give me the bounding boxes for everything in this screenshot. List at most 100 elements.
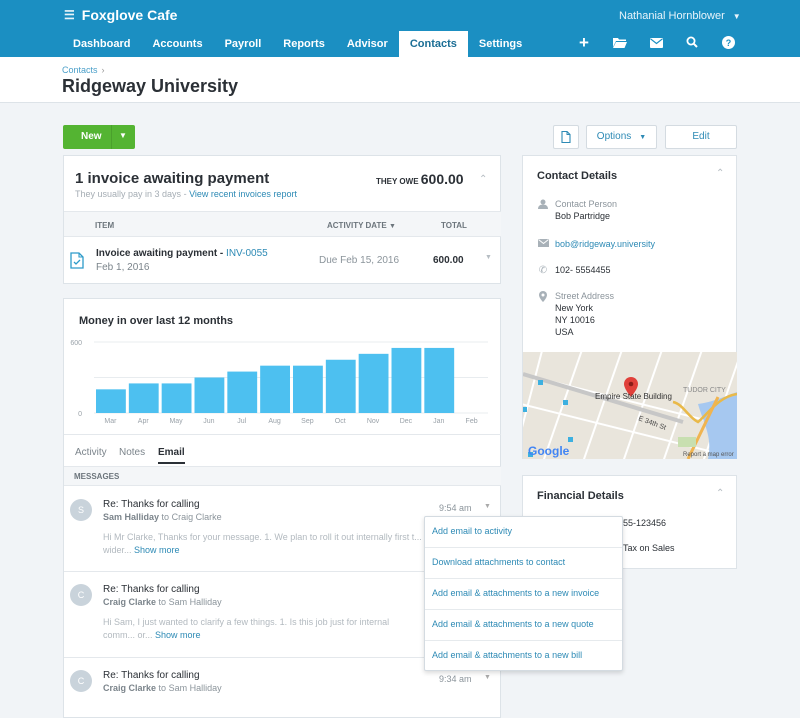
x-tick-label: Dec bbox=[400, 418, 413, 425]
tab-email[interactable]: Email bbox=[158, 447, 185, 464]
collapse-icon[interactable]: ⌃ bbox=[716, 168, 724, 179]
nav-settings[interactable]: Settings bbox=[468, 31, 533, 57]
message-time: 9:54 am bbox=[439, 503, 472, 513]
address-line: New York bbox=[555, 303, 594, 313]
user-menu[interactable]: Nathanial Hornblower ▼ bbox=[619, 10, 741, 22]
x-tick-label: Jun bbox=[203, 418, 214, 425]
invoices-subtitle: They usually pay in 3 days - View recent… bbox=[75, 189, 297, 199]
bar-sep bbox=[293, 365, 323, 413]
owe-label: THEY OWE bbox=[376, 177, 419, 186]
document-icon bbox=[561, 130, 571, 144]
invoice-total: 600.00 bbox=[433, 255, 464, 266]
folder-icon[interactable] bbox=[602, 36, 638, 52]
breadcrumb: Contacts › bbox=[62, 65, 105, 75]
show-more-link[interactable]: Show more bbox=[134, 545, 180, 555]
message-participants: Craig Clarke to Sam Halliday bbox=[103, 597, 222, 607]
org-name: Foxglove Cafe bbox=[81, 7, 178, 23]
contact-person-label: Contact Person bbox=[555, 199, 618, 209]
invoice-table-header: ITEM ACTIVITY DATE ▼ TOTAL bbox=[64, 211, 501, 237]
user-name: Nathanial Hornblower bbox=[619, 10, 725, 22]
address-line: USA bbox=[555, 327, 574, 337]
main-nav: Dashboard Accounts Payroll Reports Advis… bbox=[62, 31, 533, 57]
caret-down-icon: ▼ bbox=[732, 12, 741, 21]
menu-item-new-invoice[interactable]: Add email & attachments to a new invoice bbox=[425, 579, 622, 610]
invoices-title: 1 invoice awaiting payment bbox=[75, 170, 270, 187]
search-icon[interactable] bbox=[674, 36, 710, 52]
map-landmark-label: Empire State Building bbox=[595, 392, 672, 401]
contact-details-title: Contact Details bbox=[537, 170, 618, 182]
to-word: to bbox=[158, 683, 167, 693]
tab-activity[interactable]: Activity bbox=[75, 447, 107, 458]
email-link[interactable]: bob@ridgeway.university bbox=[555, 238, 655, 250]
sort-down-icon: ▼ bbox=[388, 223, 396, 230]
collapse-icon[interactable]: ⌃ bbox=[479, 174, 487, 185]
edit-button[interactable]: Edit bbox=[665, 125, 737, 149]
chart-title: Money in over last 12 months bbox=[79, 315, 234, 327]
map[interactable]: Empire State Building TUDOR CITY E 34th … bbox=[523, 352, 737, 459]
nav-advisor[interactable]: Advisor bbox=[336, 31, 399, 57]
invoice-date: Feb 1, 2016 bbox=[96, 262, 150, 273]
org-switcher[interactable]: ☰ Foxglove Cafe bbox=[64, 7, 177, 23]
menu-item-new-quote[interactable]: Add email & attachments to a new quote bbox=[425, 610, 622, 641]
column-total: TOTAL bbox=[441, 221, 467, 230]
avatar: C bbox=[70, 670, 92, 692]
avatar: C bbox=[70, 584, 92, 606]
collapse-icon[interactable]: ⌃ bbox=[716, 488, 724, 499]
nav-contacts[interactable]: Contacts bbox=[398, 31, 468, 57]
column-activity-date-label: ACTIVITY DATE bbox=[327, 221, 387, 230]
phone-number: 102- 5554455 bbox=[555, 265, 611, 275]
document-button[interactable] bbox=[553, 125, 579, 149]
contact-details-card: Contact Details ⌃ Contact Person Bob Part… bbox=[522, 155, 737, 459]
message-menu-icon[interactable]: ▼ bbox=[484, 674, 491, 681]
nav-reports[interactable]: Reports bbox=[272, 31, 336, 57]
new-button[interactable]: New ▼ bbox=[63, 125, 135, 149]
options-button[interactable]: Options ▼ bbox=[586, 125, 657, 149]
mail-icon[interactable] bbox=[638, 36, 674, 52]
x-tick-label: Mar bbox=[104, 418, 117, 425]
caret-down-icon[interactable]: ▼ bbox=[119, 131, 127, 140]
breadcrumb-contacts[interactable]: Contacts bbox=[62, 65, 98, 75]
phone-icon: ✆ bbox=[538, 265, 548, 276]
message-body: Hi Sam, I just wanted to clarify a few t… bbox=[103, 617, 390, 640]
options-label: Options bbox=[596, 131, 632, 142]
to-word: to bbox=[161, 512, 170, 522]
svg-text:?: ? bbox=[725, 38, 731, 48]
column-activity-date[interactable]: ACTIVITY DATE ▼ bbox=[327, 221, 396, 230]
payment-habit: They usually pay in 3 days bbox=[75, 189, 182, 199]
map-graphic: Empire State Building TUDOR CITY E 34th … bbox=[523, 352, 737, 459]
tab-notes[interactable]: Notes bbox=[119, 447, 145, 458]
nav-payroll[interactable]: Payroll bbox=[214, 31, 273, 57]
menu-icon: ☰ bbox=[64, 8, 75, 22]
invoices-card: 1 invoice awaiting payment They usually … bbox=[63, 155, 501, 284]
plus-icon[interactable]: + bbox=[566, 34, 602, 52]
x-tick-label: Jul bbox=[237, 418, 246, 425]
message-participants: Craig Clarke to Sam Halliday bbox=[103, 683, 222, 693]
view-invoices-report-link[interactable]: View recent invoices report bbox=[189, 189, 297, 199]
message-preview: Hi Sam, I just wanted to clarify a few t… bbox=[103, 616, 423, 642]
divider bbox=[111, 125, 112, 149]
invoice-row[interactable]: Invoice awaiting payment - INV-0055 Feb … bbox=[64, 237, 501, 283]
invoice-number-link[interactable]: INV-0055 bbox=[226, 248, 268, 259]
financial-details-title: Financial Details bbox=[537, 490, 624, 502]
chevron-right-icon: › bbox=[101, 65, 105, 75]
nav-accounts[interactable]: Accounts bbox=[141, 31, 213, 57]
x-tick-label: Jan bbox=[433, 418, 444, 425]
tax-number: 55-123456 bbox=[623, 518, 667, 528]
row-menu-icon[interactable]: ▼ bbox=[485, 254, 492, 261]
invoice-document-icon bbox=[70, 252, 84, 269]
menu-item-download-attachments[interactable]: Download attachments to contact bbox=[425, 548, 622, 579]
bar-may bbox=[161, 383, 192, 413]
message-from: Sam Halliday bbox=[103, 512, 160, 522]
address-line: NY 10016 bbox=[555, 315, 595, 325]
nav-dashboard[interactable]: Dashboard bbox=[62, 31, 141, 57]
location-pin-icon bbox=[537, 291, 549, 305]
show-more-link[interactable]: Show more bbox=[155, 630, 201, 640]
message-menu-icon[interactable]: ▼ bbox=[484, 503, 491, 510]
menu-item-new-bill[interactable]: Add email & attachments to a new bill bbox=[425, 641, 622, 672]
person-icon bbox=[537, 199, 549, 212]
menu-item-add-email-to-activity[interactable]: Add email to activity bbox=[425, 517, 622, 548]
message-participants: Sam Halliday to Craig Clarke bbox=[103, 512, 222, 522]
help-icon[interactable]: ? bbox=[710, 36, 746, 52]
avatar: S bbox=[70, 499, 92, 521]
message-subject: Re: Thanks for calling bbox=[103, 499, 200, 510]
